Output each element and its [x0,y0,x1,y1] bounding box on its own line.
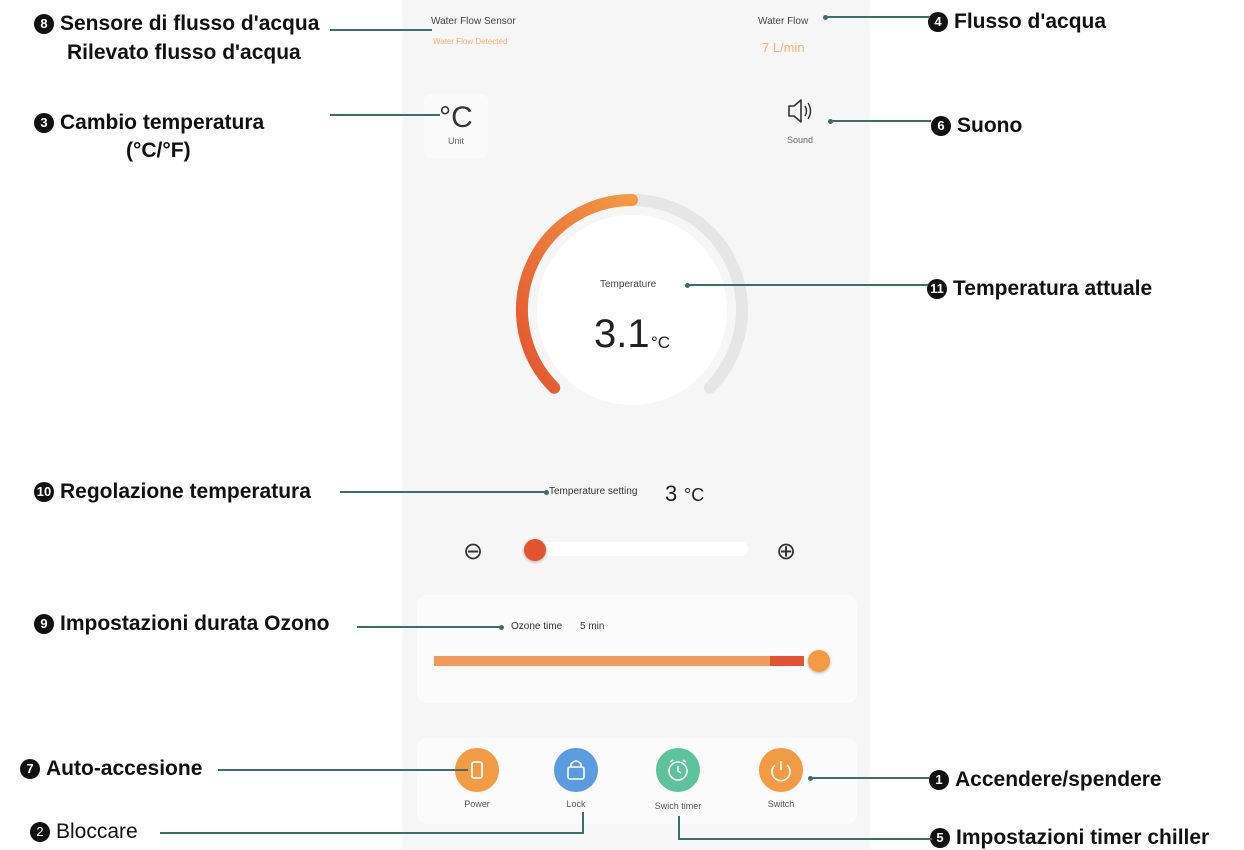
callout-7: 7 Auto-accesione [20,757,202,781]
connector-dot-9 [499,625,504,630]
callout-number: 7 [20,759,40,779]
connector-1 [811,777,929,779]
power-icon [771,761,791,782]
lock-label: Lock [566,799,586,809]
sound-button[interactable]: Sound [768,96,832,145]
callout-number: 11 [927,279,947,299]
lock-icon [567,760,585,780]
callout-text: Accendere/spendere [955,768,1162,791]
callout-3: 3 Cambio temperatura [34,111,264,135]
gauge-label: Temperature [600,279,657,290]
callout-8-sub: Rilevato flusso d'acqua [67,41,301,64]
connector-4 [826,16,930,18]
callout-text: Flusso d'acqua [954,10,1107,33]
callout-text: Auto-accesione [46,757,203,780]
connector-5-vertical [678,816,680,840]
callout-text: Sensore di flusso d'acqua [60,12,320,35]
water-flow-sensor-status: Water Flow Detected [433,37,508,46]
switch-button[interactable] [759,748,803,792]
ozone-slider-end [770,656,804,666]
alarm-clock-icon [668,759,688,781]
decrease-temperature-button[interactable]: ⊖ [463,537,483,566]
gauge-center [537,215,727,405]
callout-6: 6 Suono [931,114,1022,138]
callout-number: 3 [34,113,54,133]
temperature-setting-value: 3 [665,481,678,506]
power-label: Power [464,799,490,809]
celsius-icon: °C [439,101,473,134]
callout-text: Impostazioni timer chiller [956,826,1210,849]
unit-button[interactable]: °C Unit [424,94,488,158]
callout-number: 2 [30,822,50,842]
callout-number: 8 [34,14,54,34]
connector-dot-10 [544,490,549,495]
temperature-slider-track[interactable] [528,542,748,556]
callout-number: 4 [928,12,948,32]
connector-7 [218,769,468,771]
sound-label: Sound [786,135,814,145]
temperature-slider-thumb[interactable] [524,539,546,561]
temperature-gauge [516,194,748,405]
ozone-time-value: 5 min [580,621,605,632]
callout-number: 5 [930,828,950,848]
ozone-time-label: Ozone time [511,621,563,632]
timer-button[interactable] [656,748,700,792]
ozone-card [417,595,857,703]
connector-5 [678,838,932,840]
connector-2 [160,832,584,834]
connector-3 [330,114,440,116]
callout-text: Suono [957,114,1023,137]
callout-text: Cambio temperatura [60,111,265,134]
current-temperature-unit: °C [651,333,671,352]
ozone-slider-thumb[interactable] [808,650,830,672]
callout-text: Bloccare [56,820,138,843]
switch-label: Switch [767,799,795,809]
current-temperature-value: 3.1 [594,312,650,356]
unit-label: Unit [447,136,464,146]
speaker-icon [788,99,812,123]
lock-button[interactable] [554,748,598,792]
ozone-slider-fill [434,656,770,666]
connector-9 [357,626,501,628]
connector-8 [330,29,432,31]
callout-8: 8 Sensore di flusso d'acqua [34,12,319,36]
connector-6 [831,120,931,122]
callout-number: 6 [931,116,951,136]
callout-1: 1 Accendere/spendere [929,768,1162,792]
connector-2-vertical [582,812,584,834]
temperature-setting-label: Temperature setting [549,486,638,497]
callout-5: 5 Impostazioni timer chiller [930,826,1209,850]
callout-9: 9 Impostazioni durata Ozono [34,612,330,636]
callout-number: 1 [929,770,949,790]
connector-10 [340,491,546,493]
callout-11: 11 Temperatura attuale [927,277,1152,301]
callout-number: 9 [34,614,54,634]
callout-text: Temperatura attuale [953,277,1153,300]
callout-3-sub: (°C/°F) [126,139,191,162]
callout-text: Regolazione temperatura [60,480,311,503]
connector-11 [688,284,928,286]
water-flow-sensor-title: Water Flow Sensor [431,16,516,27]
callout-2: 2 Bloccare [30,820,138,844]
callout-number: 10 [34,482,54,502]
increase-temperature-button[interactable]: ⊕ [776,537,796,566]
water-flow-value: 7 L/min [762,40,805,55]
callout-10: 10 Regolazione temperatura [34,480,311,504]
timer-label: Swich timer [654,801,702,811]
water-flow-title: Water Flow [758,16,809,27]
temperature-setting-unit: °C [684,485,705,505]
callout-text: Impostazioni durata Ozono [60,612,330,635]
callout-4: 4 Flusso d'acqua [928,10,1106,34]
